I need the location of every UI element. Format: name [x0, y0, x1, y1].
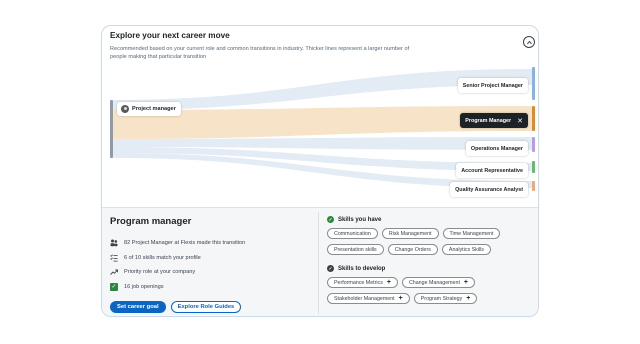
- plus-icon: +: [386, 279, 391, 286]
- info-row-priority: Priority role at your company: [110, 265, 310, 280]
- skills-you-have-heading: ✓ Skills you have: [327, 216, 532, 223]
- target-label: Quality Assurance Analyst: [455, 186, 523, 193]
- skill-pill[interactable]: Time Management: [442, 228, 501, 239]
- card-subtitle: Recommended based on your current role a…: [110, 46, 410, 60]
- plus-icon: +: [463, 279, 469, 286]
- skill-pill[interactable]: Analytics Skills: [441, 244, 491, 255]
- skills-section: ✓ Skills you have Communication Risk Man…: [327, 216, 532, 314]
- info-row-skills-match: 6 of 10 skills match your profile: [110, 251, 310, 266]
- skill-pill[interactable]: Presentation skills: [327, 244, 384, 255]
- check-circle-icon: ✓: [327, 265, 334, 272]
- plus-icon: +: [466, 295, 471, 302]
- target-account-representative[interactable]: Account Representative: [456, 163, 528, 178]
- target-label: Senior Project Manager: [462, 82, 523, 89]
- role-title: Program manager: [110, 216, 192, 227]
- plus-icon: +: [398, 295, 403, 302]
- skill-label: Stakeholder Management: [334, 295, 395, 302]
- trending-up-icon: [110, 268, 118, 276]
- target-bar-account-representative: [532, 161, 535, 173]
- skill-label: Performance Metrics: [334, 279, 383, 286]
- target-quality-assurance-analyst[interactable]: Quality Assurance Analyst: [450, 182, 528, 197]
- skill-label: Change Management: [408, 279, 460, 286]
- skill-pill[interactable]: Change Orders: [387, 244, 438, 255]
- info-text: 82 Project Manager at Flexis made this t…: [124, 240, 246, 247]
- column-divider: [318, 212, 319, 314]
- avatar-icon: [121, 105, 129, 113]
- role-summary: Program manager 82 Project Manager at Fl…: [110, 216, 310, 294]
- card-title: Explore your next career move: [110, 31, 230, 40]
- target-bar-senior-project-manager: [532, 67, 535, 100]
- source-label: Project manager: [132, 106, 176, 112]
- chevron-up-icon: [526, 40, 532, 44]
- skills-develop-list: Performance Metrics + Change Management …: [327, 277, 532, 304]
- job-check-icon: ✓: [110, 282, 118, 291]
- skills-to-develop-heading: ✓ Skills to develop: [327, 265, 532, 272]
- skills-have-list: Communication Risk Management Time Manag…: [327, 228, 532, 255]
- explore-role-guides-button[interactable]: Explore Role Guides: [170, 301, 242, 313]
- career-flow-diagram: Project manager Senior Project Manager P…: [102, 64, 538, 199]
- career-move-card: Explore your next career move Recommende…: [101, 25, 539, 317]
- set-career-goal-button[interactable]: Set career goal: [110, 301, 166, 313]
- target-bar-program-manager: [532, 106, 535, 131]
- add-skill-pill[interactable]: Program Strategy +: [413, 293, 478, 304]
- target-label: Program Manager: [465, 117, 512, 124]
- skills-develop-label: Skills to develop: [338, 265, 386, 272]
- info-row-job-openings: ✓ 16 job openings: [110, 280, 310, 295]
- add-skill-pill[interactable]: Change Management +: [401, 277, 476, 288]
- target-label: Operations Manager: [470, 145, 523, 152]
- source-bar: [110, 100, 113, 158]
- skills-have-label: Skills you have: [338, 216, 382, 223]
- skill-pill[interactable]: Risk Management: [381, 228, 439, 239]
- skill-label: Program Strategy: [420, 295, 463, 302]
- info-row-transitions: 82 Project Manager at Flexis made this t…: [110, 236, 310, 251]
- info-text: Priority role at your company: [124, 269, 196, 276]
- close-icon[interactable]: ✕: [517, 117, 523, 125]
- target-label: Account Representative: [461, 167, 523, 174]
- target-program-manager[interactable]: Program Manager ✕: [460, 113, 528, 128]
- people-icon: [110, 239, 118, 247]
- info-text: 6 of 10 skills match your profile: [124, 254, 201, 261]
- add-skill-pill[interactable]: Stakeholder Management +: [327, 293, 410, 304]
- target-senior-project-manager[interactable]: Senior Project Manager: [457, 78, 528, 93]
- add-skill-pill[interactable]: Performance Metrics +: [327, 277, 398, 288]
- target-bar-quality-assurance-analyst: [532, 181, 535, 191]
- role-detail-panel: Program manager 82 Project Manager at Fl…: [102, 208, 538, 316]
- target-operations-manager[interactable]: Operations Manager: [465, 141, 528, 156]
- check-circle-icon: ✓: [327, 216, 334, 223]
- target-bar-operations-manager: [532, 137, 535, 152]
- skill-pill[interactable]: Communication: [327, 228, 378, 239]
- info-text: 16 job openings: [124, 283, 164, 290]
- source-node[interactable]: Project manager: [117, 102, 181, 116]
- card-header: Explore your next career move Recommende…: [110, 31, 520, 61]
- checklist-icon: [110, 254, 118, 262]
- collapse-button[interactable]: [523, 36, 535, 48]
- action-buttons: Set career goal Explore Role Guides: [110, 301, 242, 313]
